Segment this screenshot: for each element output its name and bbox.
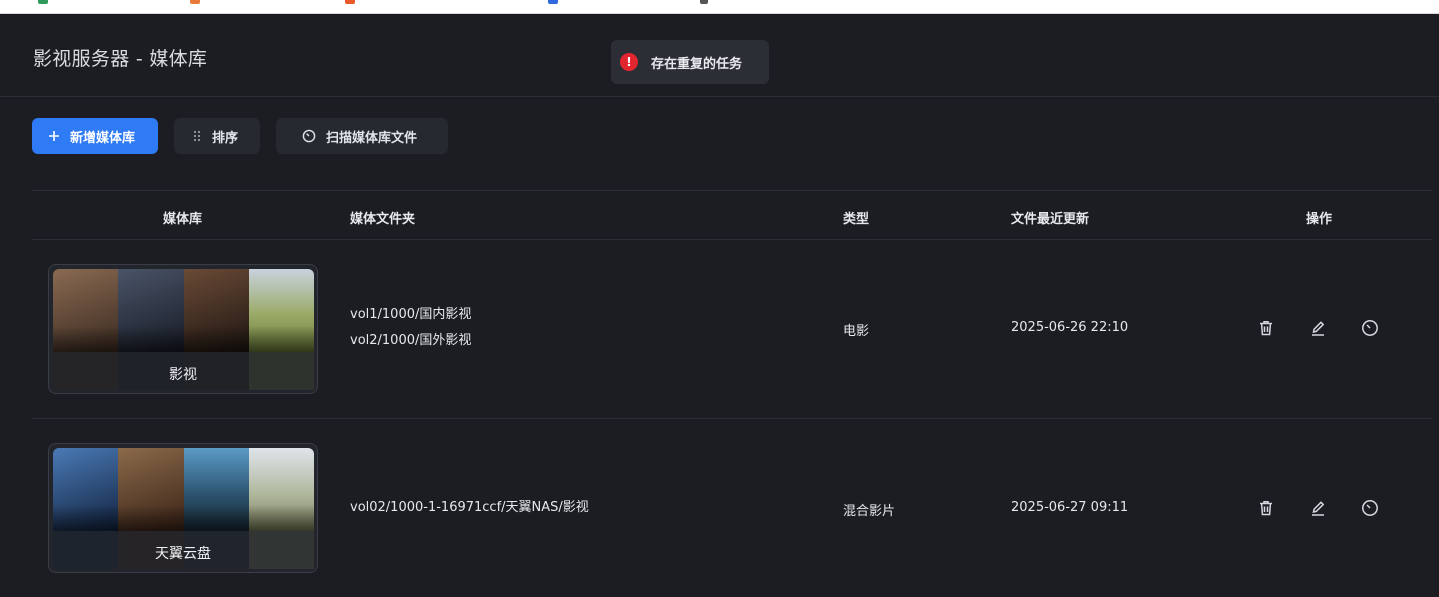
poster-image xyxy=(53,269,119,352)
plus-icon xyxy=(48,130,60,142)
sort-button[interactable]: 排序 xyxy=(174,118,260,154)
row-actions xyxy=(1256,318,1380,338)
error-toast: ! 存在重复的任务 xyxy=(611,40,769,84)
header-folder: 媒体文件夹 xyxy=(350,212,416,227)
folder-path: vol2/1000/国外影视 xyxy=(350,333,472,348)
poster-image xyxy=(53,448,119,531)
table-header: 媒体库 媒体文件夹 类型 文件最近更新 操作 xyxy=(32,190,1432,240)
add-library-label: 新增媒体库 xyxy=(70,130,136,146)
poster-strip xyxy=(53,448,314,531)
sort-label: 排序 xyxy=(212,130,239,146)
library-type: 电影 xyxy=(843,324,870,339)
delete-icon[interactable] xyxy=(1256,498,1276,518)
browser-bookmark-bar xyxy=(0,0,1439,14)
page-title: 影视服务器 - 媒体库 xyxy=(33,48,208,70)
edit-icon[interactable] xyxy=(1308,318,1328,338)
error-icon: ! xyxy=(620,53,638,71)
scan-icon xyxy=(302,129,316,143)
poster-image xyxy=(118,269,184,352)
delete-icon[interactable] xyxy=(1256,318,1276,338)
table-row: 天翼云盘 vol02/1000-1-16971ccf/天翼NAS/影视 混合影片… xyxy=(32,419,1432,597)
library-name: 影视 xyxy=(169,367,197,383)
library-card[interactable]: 影视 xyxy=(48,264,318,394)
header-type: 类型 xyxy=(843,212,870,227)
last-updated: 2025-06-26 22:10 xyxy=(1011,320,1129,335)
header-library: 媒体库 xyxy=(163,212,203,227)
poster-image xyxy=(183,269,250,352)
add-library-button[interactable]: 新增媒体库 xyxy=(32,118,158,154)
poster-strip xyxy=(53,269,314,352)
folder-path: vol02/1000-1-16971ccf/天翼NAS/影视 xyxy=(350,500,589,515)
page-header: 影视服务器 - 媒体库 ! 存在重复的任务 xyxy=(0,14,1439,97)
scan-library-label: 扫描媒体库文件 xyxy=(326,130,418,146)
drag-handle-icon xyxy=(192,130,202,142)
scan-icon[interactable] xyxy=(1360,318,1380,338)
toast-message: 存在重复的任务 xyxy=(651,56,743,72)
poster-image xyxy=(248,269,314,352)
header-actions: 操作 xyxy=(1306,212,1333,227)
header-updated: 文件最近更新 xyxy=(1011,212,1090,227)
scan-library-button[interactable]: 扫描媒体库文件 xyxy=(276,118,448,154)
poster-image xyxy=(248,448,314,531)
poster-image xyxy=(118,448,184,531)
row-actions xyxy=(1256,498,1380,518)
last-updated: 2025-06-27 09:11 xyxy=(1011,500,1129,515)
library-name: 天翼云盘 xyxy=(155,546,211,562)
poster-image xyxy=(183,448,250,531)
table-row: 影视 vol1/1000/国内影视 vol2/1000/国外影视 电影 2025… xyxy=(32,240,1432,419)
library-table: 媒体库 媒体文件夹 类型 文件最近更新 操作 影视 vol1/1000/国内影视… xyxy=(32,190,1432,597)
folder-path: vol1/1000/国内影视 xyxy=(350,307,472,322)
folder-list: vol1/1000/国内影视 vol2/1000/国外影视 xyxy=(350,302,471,354)
library-card[interactable]: 天翼云盘 xyxy=(48,443,318,573)
edit-icon[interactable] xyxy=(1308,498,1328,518)
folder-list: vol02/1000-1-16971ccf/天翼NAS/影视 xyxy=(350,495,589,521)
library-type: 混合影片 xyxy=(843,504,896,519)
scan-icon[interactable] xyxy=(1360,498,1380,518)
